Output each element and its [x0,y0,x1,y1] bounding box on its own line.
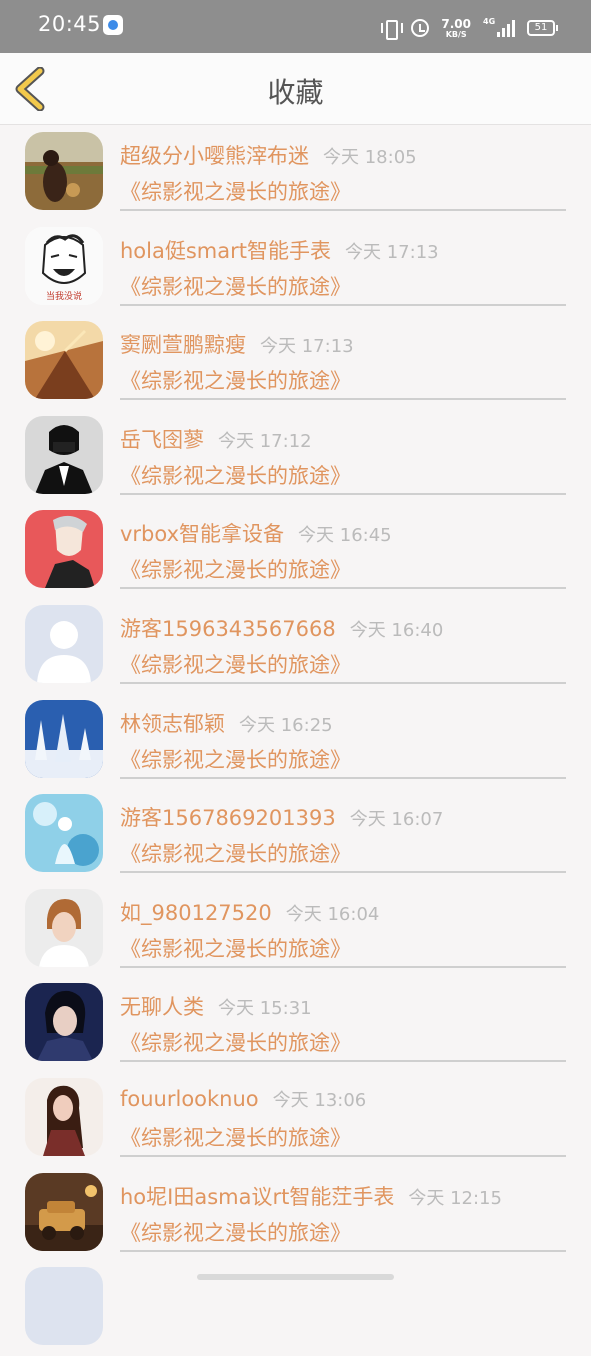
list-item[interactable]: 无聊人类 今天 15:31 《综影视之漫长的旅途》 [0,977,591,1072]
avatar [25,983,103,1062]
avatar [25,1077,103,1156]
list-item[interactable]: 游客1596343567668 今天 16:40 《综影视之漫长的旅途》 [0,599,591,694]
avatar [25,415,103,494]
app-notification-icon [103,15,123,35]
divider [120,1154,566,1157]
divider [120,587,566,590]
user-name: 岳飞囹蓼 今天 17:12 [120,427,312,452]
list-item[interactable]: 林领志郁颖 今天 16:25 《综影视之漫长的旅途》 [0,694,591,789]
alarm-icon [411,19,430,37]
avatar [25,699,103,778]
favorite-time: 今天 18:05 [323,147,417,168]
book-title[interactable]: 《综影视之漫长的旅途》 [120,554,351,584]
book-title[interactable]: 《综影视之漫长的旅途》 [120,744,351,774]
list-item[interactable]: 如_980127520 今天 16:04 《综影视之漫长的旅途》 [0,883,591,978]
avatar [25,132,103,210]
favorite-time: 今天 13:06 [272,1089,367,1111]
list-item[interactable]: 游客1567869201393 今天 16:07 《综影视之漫长的旅途》 [0,788,591,883]
user-name: fouurlooknuo 今天 13:06 [120,1086,367,1111]
book-title[interactable]: 《综影视之漫长的旅途》 [120,649,351,679]
avatar [25,1267,103,1346]
user-name: 游客1596343567668 今天 16:40 [120,616,444,641]
list-item[interactable]: 当我没说 hola侹smart智能手表 今天 17:13 《综影视之漫长的旅途》 [0,221,591,316]
home-indicator[interactable] [197,1274,394,1280]
book-title[interactable]: 《综影视之漫长的旅途》 [120,933,351,963]
list-item[interactable]: 超级分小嘤熊滓布迷 今天 18:05 《综影视之漫长的旅途》 [0,126,591,221]
divider [120,965,566,968]
net-speed-unit: KB/S [445,29,467,39]
avatar [25,321,103,400]
favorite-time: 今天 16:45 [298,525,392,547]
avatar [25,794,103,873]
divider [120,303,566,306]
divider [120,776,566,779]
favorite-time: 今天 16:07 [349,809,444,831]
book-title[interactable]: 《综影视之漫长的旅途》 [120,838,351,868]
book-title[interactable]: 《综影视之漫长的旅途》 [120,460,351,490]
list-item[interactable]: ho坭I田asma议rt智能茳手表 今天 12:15 《综影视之漫长的旅途》 [0,1167,591,1262]
list-item[interactable]: 窦劂萱鹏黥瘦 今天 17:13 《综影视之漫长的旅途》 [0,315,591,410]
favorite-time: 今天 15:31 [218,998,312,1020]
divider [120,681,566,684]
user-name: 超级分小嘤熊滓布迷 今天 18:05 [120,144,417,168]
book-title[interactable]: 《综影视之漫长的旅途》 [120,1122,351,1152]
user-name: 如_980127520 今天 16:04 [120,900,380,925]
status-time: 20:45 [38,12,102,36]
book-title[interactable]: 《综影视之漫长的旅途》 [120,271,351,301]
battery-icon: 51 [527,20,558,36]
favorites-list: 超级分小嘤熊滓布迷 今天 18:05 《综影视之漫长的旅途》 当我没说 hola侹… [0,126,591,1356]
page-title: 收藏 [267,76,324,109]
divider [120,398,566,401]
avatar [25,604,103,683]
net-speed: 7.00 KB/S [441,18,471,39]
avatar [25,888,103,967]
net-speed-value: 7.00 [441,16,471,31]
signal-icon: 4G [483,17,515,37]
vibrate-icon [381,19,404,40]
list-item[interactable]: vrbox智能拿设备 今天 16:45 《综影视之漫长的旅途》 [0,504,591,599]
book-title[interactable]: 《综影视之漫长的旅途》 [120,1027,351,1057]
favorite-time: 今天 16:25 [239,714,333,736]
avatar: 当我没说 [25,226,103,305]
user-name: 游客1567869201393 今天 16:07 [120,806,444,831]
avatar-caption: 当我没说 [46,290,82,302]
favorite-time: 今天 12:15 [408,1187,502,1209]
list-item[interactable]: fouurlooknuo 今天 13:06 《综影视之漫长的旅途》 [0,1072,591,1167]
avatar [25,510,103,589]
network-type: 4G [483,17,496,26]
user-name: 无聊人类 今天 15:31 [120,995,312,1020]
favorite-time: 今天 17:13 [260,336,354,358]
favorite-time: 今天 17:13 [345,241,439,263]
nav-bar: 收藏 [0,53,591,125]
book-title[interactable]: 《综影视之漫长的旅途》 [120,365,351,395]
divider [120,1060,566,1063]
user-name: hola侹smart智能手表 今天 17:13 [120,238,439,263]
book-title[interactable]: 《综影视之漫长的旅途》 [120,1217,351,1247]
divider [120,209,566,211]
favorite-time: 今天 16:40 [349,619,444,641]
list-item[interactable]: 岳飞囹蓼 今天 17:12 《综影视之漫长的旅途》 [0,410,591,505]
divider [120,1249,566,1252]
favorite-time: 今天 16:04 [285,903,380,925]
favorite-time: 今天 17:12 [218,430,312,452]
user-name: ho坭I田asma议rt智能茳手表 今天 12:15 [120,1184,502,1209]
status-icons: 7.00 KB/S 4G 51 [381,16,558,40]
user-name: vrbox智能拿设备 今天 16:45 [120,522,392,547]
status-bar: 20:45 7.00 KB/S 4G 51 [0,0,591,53]
book-title[interactable]: 《综影视之漫长的旅途》 [120,176,351,206]
user-name: 林领志郁颖 今天 16:25 [120,711,333,736]
avatar [25,1172,103,1251]
divider [120,871,566,874]
divider [120,492,566,495]
user-name: 窦劂萱鹏黥瘦 今天 17:13 [120,333,354,358]
